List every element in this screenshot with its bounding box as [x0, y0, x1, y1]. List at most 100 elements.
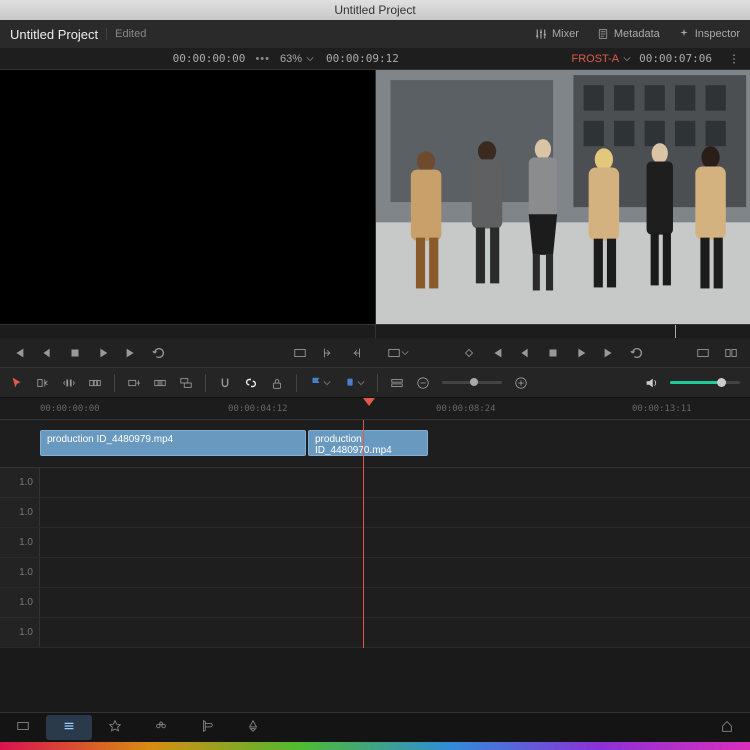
project-status: Edited [106, 28, 146, 40]
audio-track-row[interactable]: 1.0 [0, 468, 750, 498]
timeline-timecode: 00:00:09:12 [326, 52, 399, 65]
audio-track-row[interactable]: 1.0 [0, 498, 750, 528]
metadata-button[interactable]: Metadata [597, 28, 660, 40]
source-timecode: 00:00:00:00 [173, 52, 246, 65]
go-start-button[interactable] [12, 346, 26, 360]
trim-tool[interactable] [36, 376, 50, 390]
home-button[interactable] [704, 715, 750, 740]
chevron-down-icon [623, 55, 631, 63]
deliver-page-button[interactable] [230, 715, 276, 740]
video-clip[interactable]: production ID_4480979.mp4 [40, 430, 306, 456]
source-viewer-display[interactable] [0, 70, 375, 324]
snap-button[interactable] [218, 376, 232, 390]
video-clip[interactable]: production ID_4480970.mp4 [308, 430, 428, 456]
mark-in-button[interactable] [321, 346, 335, 360]
track-gain: 1.0 [0, 558, 40, 587]
macos-dock-hint [0, 742, 750, 750]
inspector-button[interactable]: Inspector [678, 28, 740, 40]
audio-track-row[interactable]: 1.0 [0, 558, 750, 588]
audio-track-row[interactable]: 1.0 [0, 618, 750, 648]
sparkle-icon [678, 28, 690, 40]
audio-tracks: 1.0 1.0 1.0 1.0 1.0 1.0 [0, 468, 750, 648]
go-start-button[interactable] [490, 346, 504, 360]
audio-track-row[interactable]: 1.0 [0, 528, 750, 558]
marker-button[interactable] [343, 376, 365, 390]
zoom-slider[interactable] [442, 381, 502, 384]
viewer-area [0, 70, 750, 338]
append-button[interactable] [127, 376, 141, 390]
step-back-button[interactable] [40, 346, 54, 360]
volume-slider[interactable] [670, 381, 740, 384]
chevron-down-icon [357, 379, 365, 387]
record-transport [375, 338, 750, 367]
flag-button[interactable] [309, 376, 331, 390]
track-gain: 1.0 [0, 498, 40, 527]
titlebar-text: Untitled Project [334, 3, 415, 17]
split-view-button[interactable] [724, 346, 738, 360]
page-nav [0, 712, 750, 742]
zoom-out-button[interactable] [416, 376, 430, 390]
zoom-in-button[interactable] [514, 376, 528, 390]
edit-page-button[interactable] [92, 715, 138, 740]
link-button[interactable] [244, 376, 258, 390]
blade-tool[interactable] [62, 376, 76, 390]
record-timecode: 00:00:07:06 [639, 52, 712, 65]
fairlight-page-button[interactable] [184, 715, 230, 740]
project-title: Untitled Project [10, 27, 98, 42]
track-gain: 1.0 [0, 618, 40, 647]
timecode-bar: 00:00:00:00 ••• 63% 00:00:09:12 FROST-A … [0, 48, 750, 70]
replace-button[interactable] [179, 376, 193, 390]
video-track[interactable]: production ID_4480979.mp4 production ID_… [0, 420, 750, 468]
transport-bar [0, 338, 750, 368]
mark-out-button[interactable] [349, 346, 363, 360]
step-back-button[interactable] [518, 346, 532, 360]
play-button[interactable] [96, 346, 110, 360]
app-header: Untitled Project Edited Mixer Metadata I… [0, 20, 750, 48]
source-transport [0, 338, 375, 367]
safe-area-button[interactable] [387, 346, 409, 360]
source-scrubbar[interactable] [0, 324, 375, 338]
volume-button[interactable] [644, 376, 658, 390]
document-icon [597, 28, 609, 40]
overwrite-button[interactable] [153, 376, 167, 390]
stop-button[interactable] [68, 346, 82, 360]
track-gain: 1.0 [0, 528, 40, 557]
timeline-ruler[interactable]: 00:00:00:00 00:00:04:12 00:00:08:24 00:0… [0, 398, 750, 420]
stop-button[interactable] [546, 346, 560, 360]
record-scrubbar[interactable] [376, 324, 750, 338]
loop-button[interactable] [152, 346, 166, 360]
timeline-toolbar [0, 368, 750, 398]
record-viewer [376, 70, 750, 338]
os-window-titlebar: Untitled Project [0, 0, 750, 20]
insert-tool[interactable] [88, 376, 102, 390]
playhead-line [363, 420, 364, 648]
record-viewer-display[interactable] [376, 70, 750, 324]
selection-tool[interactable] [10, 376, 24, 390]
go-end-button[interactable] [124, 346, 138, 360]
match-frame-button[interactable] [293, 346, 307, 360]
chevron-down-icon [306, 55, 314, 63]
cut-page-button[interactable] [46, 715, 92, 740]
timeline-view-button[interactable] [390, 376, 404, 390]
chevron-down-icon [323, 379, 331, 387]
track-gain: 1.0 [0, 588, 40, 617]
more-icon[interactable]: ••• [255, 53, 270, 65]
track-gain: 1.0 [0, 468, 40, 497]
zoom-value[interactable]: 63% [280, 53, 302, 65]
lock-button[interactable] [270, 376, 284, 390]
overlay-button[interactable] [696, 346, 710, 360]
source-viewer [0, 70, 376, 338]
chevron-down-icon [401, 349, 409, 357]
audio-track-row[interactable]: 1.0 [0, 588, 750, 618]
go-end-button[interactable] [602, 346, 616, 360]
mixer-button[interactable]: Mixer [535, 28, 579, 40]
media-page-button[interactable] [0, 715, 46, 740]
play-button[interactable] [574, 346, 588, 360]
playhead[interactable] [363, 398, 375, 408]
mark-clip-button[interactable] [462, 346, 476, 360]
sliders-icon [535, 28, 547, 40]
loop-button[interactable] [630, 346, 644, 360]
kebab-icon[interactable] [728, 53, 740, 65]
record-clip-name[interactable]: FROST-A [571, 53, 631, 65]
fusion-page-button[interactable] [138, 715, 184, 740]
